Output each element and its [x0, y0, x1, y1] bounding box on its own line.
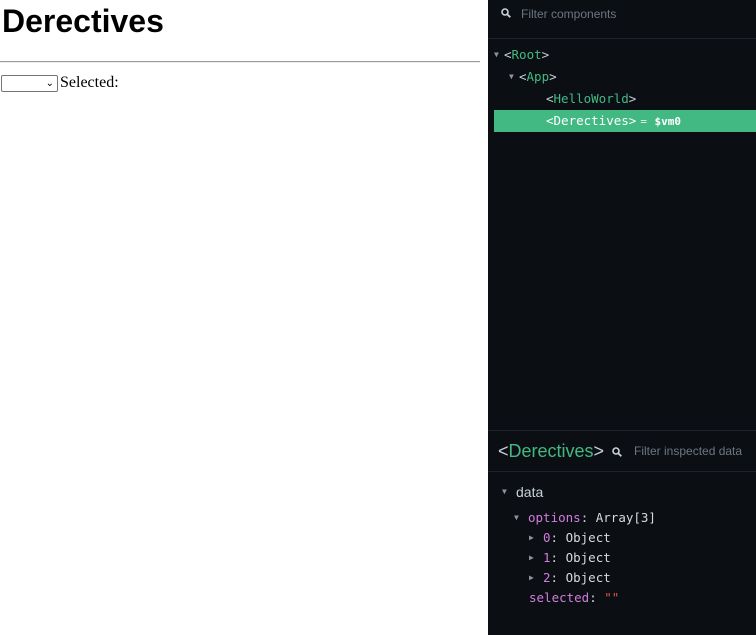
data-key: options: [528, 510, 581, 525]
filter-components-input[interactable]: [521, 6, 741, 22]
data-value: Object: [565, 570, 611, 585]
tree-item-helloworld[interactable]: <HelloWorld>: [494, 88, 756, 110]
tree-item-label: Derectives: [553, 113, 629, 128]
tree-item-root[interactable]: ▼ <Root>: [494, 44, 756, 66]
tree-item-app[interactable]: ▼ <App>: [494, 66, 756, 88]
search-icon: [501, 8, 511, 18]
options-select[interactable]: ⌄: [1, 74, 58, 92]
tag-bracket-close: >: [628, 113, 637, 128]
expand-arrow-icon[interactable]: ▶: [529, 548, 543, 568]
data-value: Object: [565, 530, 611, 545]
tag-bracket-open: <: [498, 441, 509, 461]
data-value: Array[3]: [595, 510, 656, 525]
component-filter-bar: [488, 0, 756, 39]
tag-bracket-close: >: [628, 91, 637, 106]
inspected-component-name: Derectives: [508, 441, 594, 461]
vue-devtools-panel: ▼<Root> ▼<App> <HelloWorld> <Derectives>…: [488, 0, 756, 635]
expand-arrow-icon[interactable]: ▶: [529, 528, 543, 548]
data-row-item[interactable]: ▶ 2: Object: [529, 568, 611, 588]
tag-bracket-open: <: [546, 113, 554, 128]
data-value: "": [604, 590, 620, 605]
select-row: ⌄ Selected:: [1, 73, 119, 93]
expand-arrow-icon[interactable]: ▼: [502, 482, 516, 502]
data-section-label: data: [516, 484, 544, 500]
tag-bracket-open: <: [546, 91, 554, 106]
filter-inspected-data-input[interactable]: [634, 443, 752, 459]
expand-arrow-icon[interactable]: ▼: [514, 508, 528, 528]
vm-equals: =: [640, 115, 647, 128]
tree-item-label: Root: [511, 47, 542, 62]
data-key: 0: [543, 530, 551, 545]
inspector-header: <Derectives>: [488, 430, 756, 472]
selected-label: Selected:: [60, 74, 119, 91]
tree-item-label: App: [526, 69, 550, 84]
expand-arrow-icon[interactable]: ▼: [509, 66, 519, 88]
data-key: 1: [543, 550, 551, 565]
search-icon: [612, 447, 622, 457]
tag-bracket-close: >: [541, 47, 550, 62]
expand-arrow-icon[interactable]: ▼: [494, 44, 504, 66]
inspected-component-title: <Derectives>: [498, 440, 604, 462]
tag-bracket-open: <: [504, 47, 512, 62]
tag-bracket-open: <: [519, 69, 527, 84]
data-value: Object: [565, 550, 611, 565]
data-section-toggle[interactable]: ▼ data: [502, 482, 543, 502]
divider: [0, 61, 480, 63]
tree-item-derectives[interactable]: <Derectives> = $vm0: [494, 110, 756, 132]
data-row-item[interactable]: ▶ 1: Object: [529, 548, 611, 568]
data-key: 2: [543, 570, 551, 585]
chevron-down-icon: ⌄: [45, 77, 54, 89]
app-page: Derectives ⌄ Selected:: [0, 0, 488, 635]
tree-item-label: HelloWorld: [553, 91, 629, 106]
tag-bracket-close: >: [593, 441, 605, 461]
expand-arrow-icon[interactable]: ▶: [529, 568, 543, 588]
data-row-selected[interactable]: selected: "": [529, 588, 619, 608]
tag-bracket-close: >: [549, 69, 557, 84]
vm-reference: $vm0: [654, 115, 681, 128]
data-row-options[interactable]: ▼ options: Array[3]: [514, 508, 656, 528]
page-heading: Derectives: [2, 3, 164, 39]
data-key: selected: [529, 590, 590, 605]
data-row-item[interactable]: ▶ 0: Object: [529, 528, 611, 548]
